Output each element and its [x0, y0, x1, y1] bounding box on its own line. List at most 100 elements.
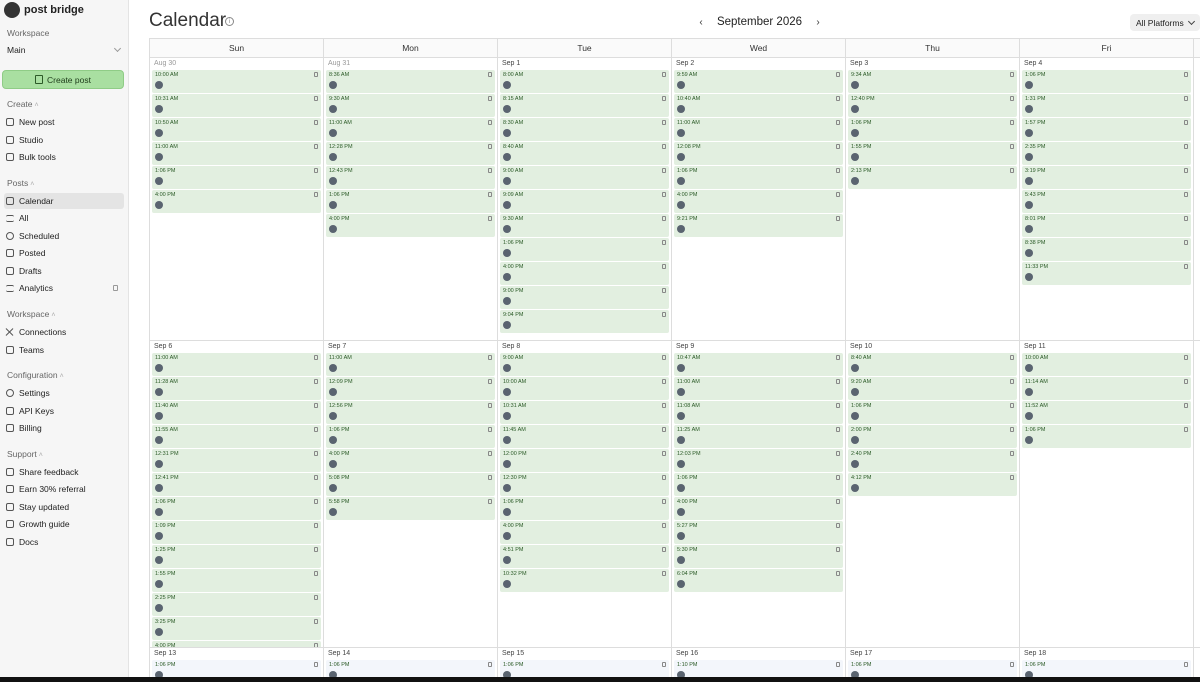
delete-icon[interactable] — [314, 403, 318, 408]
scheduled-post[interactable]: 5:08 PM — [326, 473, 495, 496]
delete-icon[interactable] — [662, 379, 666, 384]
delete-icon[interactable] — [836, 547, 840, 552]
sidebar-item-posted[interactable]: Posted — [4, 245, 124, 261]
delete-icon[interactable] — [1010, 72, 1014, 77]
delete-icon[interactable] — [488, 662, 492, 667]
scheduled-post[interactable]: 8:15 AM — [500, 94, 669, 117]
scheduled-post[interactable]: 8:01 PM — [1022, 214, 1191, 237]
delete-icon[interactable] — [488, 216, 492, 221]
delete-icon[interactable] — [1010, 355, 1014, 360]
sidebar-item-drafts[interactable]: Drafts — [4, 263, 124, 279]
scheduled-post[interactable]: 9:04 PM — [500, 310, 669, 333]
delete-icon[interactable] — [314, 379, 318, 384]
calendar-day[interactable]: Aug 30 10:00 AM 10:31 AM 10:50 AM 11:00 AM 1:… — [150, 58, 324, 340]
delete-icon[interactable] — [662, 547, 666, 552]
scheduled-post[interactable]: 12:08 PM — [674, 142, 843, 165]
delete-icon[interactable] — [836, 403, 840, 408]
collapse-icon[interactable]: ˄ — [30, 181, 34, 188]
scheduled-post[interactable]: 11:33 PM — [1022, 262, 1191, 285]
delete-icon[interactable] — [662, 264, 666, 269]
delete-icon[interactable] — [1184, 662, 1188, 667]
scheduled-post[interactable]: 2:35 PM — [1022, 142, 1191, 165]
delete-icon[interactable] — [1184, 355, 1188, 360]
delete-icon[interactable] — [488, 379, 492, 384]
scheduled-post[interactable]: 4:00 PM — [674, 497, 843, 520]
scheduled-post[interactable]: 11:00 AM — [326, 353, 495, 376]
scheduled-post[interactable]: 12:41 PM — [152, 473, 321, 496]
sidebar-item-bulk-tools[interactable]: Bulk tools — [4, 149, 124, 165]
scheduled-post[interactable]: 12:00 PM — [500, 449, 669, 472]
delete-icon[interactable] — [836, 216, 840, 221]
delete-icon[interactable] — [314, 475, 318, 480]
calendar-day[interactable]: Sep 7 11:00 AM 12:09 PM 12:56 PM 1:06 PM 4:00… — [324, 341, 498, 647]
scheduled-post[interactable]: 8:36 AM — [326, 70, 495, 93]
delete-icon[interactable] — [1010, 451, 1014, 456]
delete-icon[interactable] — [488, 475, 492, 480]
scheduled-post[interactable]: 9:59 AM — [674, 70, 843, 93]
delete-icon[interactable] — [662, 120, 666, 125]
delete-icon[interactable] — [662, 216, 666, 221]
calendar-day[interactable]: Sep 6 11:00 AM 11:28 AM 11:40 AM 11:55 AM 12:… — [150, 341, 324, 647]
scheduled-post[interactable]: 1:31 PM — [1022, 94, 1191, 117]
scheduled-post[interactable]: 12:31 PM — [152, 449, 321, 472]
scheduled-post[interactable]: 2:25 PM — [152, 593, 321, 616]
scheduled-post[interactable]: 5:58 PM — [326, 497, 495, 520]
delete-icon[interactable] — [314, 355, 318, 360]
delete-icon[interactable] — [314, 619, 318, 624]
calendar-day[interactable]: Sep 9 10:47 AM 11:00 AM 11:08 AM 11:25 AM 12:… — [672, 341, 846, 647]
delete-icon[interactable] — [1184, 144, 1188, 149]
scheduled-post[interactable]: 11:52 AM — [1022, 401, 1191, 424]
delete-icon[interactable] — [1010, 120, 1014, 125]
delete-icon[interactable] — [1184, 216, 1188, 221]
sidebar-item-calendar[interactable]: Calendar — [4, 193, 124, 209]
scheduled-post[interactable]: 1:06 PM — [152, 166, 321, 189]
scheduled-post[interactable]: 10:31 AM — [152, 94, 321, 117]
scheduled-post[interactable]: 10:47 AM — [674, 353, 843, 376]
delete-icon[interactable] — [1010, 475, 1014, 480]
workspace-select[interactable]: Main — [5, 42, 123, 57]
delete-icon[interactable] — [314, 451, 318, 456]
sidebar-item-earn-30-referral[interactable]: Earn 30% referral — [4, 481, 124, 497]
scheduled-post[interactable]: 12:03 PM — [674, 449, 843, 472]
calendar-day[interactable]: Sep 1 8:00 AM 8:15 AM 8:30 AM 8:40 AM 9:00 AM… — [498, 58, 672, 340]
delete-icon[interactable] — [1010, 403, 1014, 408]
scheduled-post[interactable]: 6:04 PM — [674, 569, 843, 592]
create-post-button[interactable]: Create post — [2, 70, 124, 89]
sidebar-item-api-keys[interactable]: API Keys — [4, 403, 124, 419]
scheduled-post[interactable]: 4:00 PM — [152, 190, 321, 213]
sidebar-item-connections[interactable]: Connections — [4, 324, 124, 340]
delete-icon[interactable] — [488, 192, 492, 197]
calendar-day[interactable]: Sep 10 8:40 AM 9:20 AM 1:06 PM 2:00 PM 2:40 P… — [846, 341, 1020, 647]
scheduled-post[interactable]: 1:06 PM — [1022, 70, 1191, 93]
calendar-day[interactable]: Sep 3 9:34 AM 12:40 PM 1:06 PM 1:55 PM 2:13 P… — [846, 58, 1020, 340]
scheduled-post[interactable]: 1:06 PM — [674, 166, 843, 189]
delete-icon[interactable] — [662, 312, 666, 317]
scheduled-post[interactable]: 1:06 PM — [326, 190, 495, 213]
delete-icon[interactable] — [314, 643, 318, 647]
sidebar-item-teams[interactable]: Teams — [4, 342, 124, 358]
scheduled-post[interactable]: 10:50 AM — [152, 118, 321, 141]
scheduled-post[interactable]: 11:28 AM — [152, 377, 321, 400]
scheduled-post[interactable]: 1:06 PM — [848, 401, 1017, 424]
scheduled-post[interactable]: 1:06 PM — [1022, 425, 1191, 448]
sidebar-item-scheduled[interactable]: Scheduled — [4, 228, 124, 244]
sidebar-item-settings[interactable]: Settings — [4, 385, 124, 401]
delete-icon[interactable] — [314, 499, 318, 504]
scheduled-post[interactable]: 4:00 PM — [500, 262, 669, 285]
delete-icon[interactable] — [1010, 662, 1014, 667]
scheduled-post[interactable]: 9:30 AM — [326, 94, 495, 117]
delete-icon[interactable] — [1184, 192, 1188, 197]
collapse-icon[interactable]: ˄ — [39, 452, 43, 459]
delete-icon[interactable] — [662, 355, 666, 360]
delete-icon[interactable] — [836, 192, 840, 197]
scheduled-post[interactable]: 11:00 AM — [674, 118, 843, 141]
delete-icon[interactable] — [662, 96, 666, 101]
delete-icon[interactable] — [662, 475, 666, 480]
info-icon[interactable]: i — [225, 17, 234, 26]
delete-icon[interactable] — [662, 72, 666, 77]
scheduled-post[interactable]: 2:13 PM — [848, 166, 1017, 189]
delete-icon[interactable] — [314, 120, 318, 125]
delete-icon[interactable] — [1184, 168, 1188, 173]
scheduled-post[interactable]: 12:30 PM — [500, 473, 669, 496]
delete-icon[interactable] — [314, 168, 318, 173]
